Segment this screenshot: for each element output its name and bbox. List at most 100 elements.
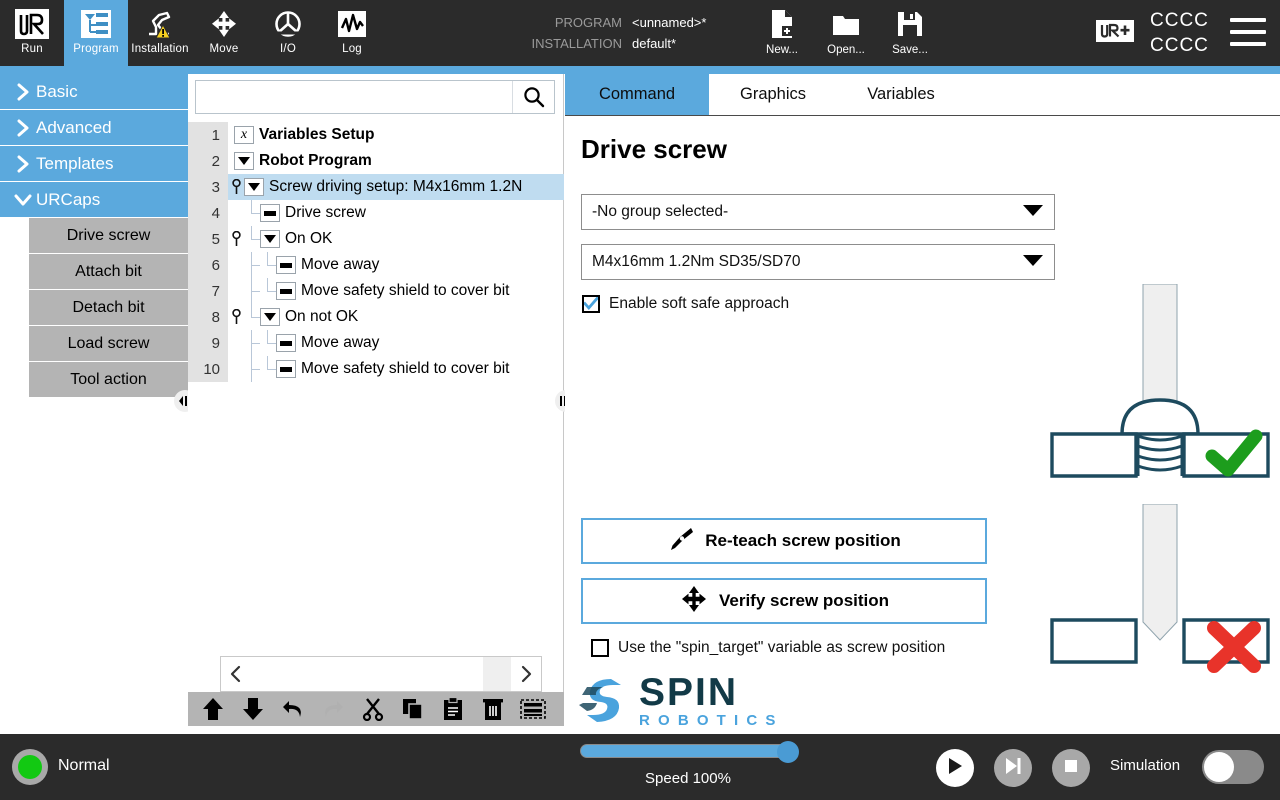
- soft-safe-approach-checkbox-row[interactable]: Enable soft safe approach: [582, 295, 789, 313]
- screw-illustration-ok: [1050, 283, 1270, 489]
- sidebar-item-detach-bit[interactable]: Detach bit: [29, 290, 188, 326]
- tree-row[interactable]: 6 Move away: [188, 252, 564, 278]
- nav-tab-io[interactable]: I/O: [256, 0, 320, 66]
- spin-target-checkbox-row[interactable]: Use the "spin_target" variable as screw …: [591, 639, 945, 657]
- speed-slider[interactable]: [580, 741, 799, 763]
- line-number: 4: [188, 200, 228, 226]
- folder-triangle-icon[interactable]: [260, 230, 280, 248]
- tree-row-label: Move away: [301, 334, 380, 351]
- speed-slider-thumb[interactable]: [777, 741, 799, 763]
- sidebar-category-label: URCaps: [36, 189, 101, 209]
- spin-target-checkbox[interactable]: [591, 639, 609, 657]
- top-header-bar: Run Program Installation Move I/O Log PR…: [0, 0, 1280, 66]
- screw-type-dropdown[interactable]: M4x16mm 1.2Nm SD35/SD70: [581, 244, 1055, 280]
- brand-subtitle: R O B O T I C S: [639, 712, 778, 729]
- simulation-toggle[interactable]: [1202, 750, 1264, 784]
- sidebar-category-basic[interactable]: Basic: [0, 74, 188, 110]
- undo-button[interactable]: [276, 694, 310, 724]
- delete-button[interactable]: [476, 694, 510, 724]
- search-icon[interactable]: [512, 81, 554, 113]
- sidebar-category-advanced[interactable]: Advanced: [0, 110, 188, 146]
- scrollbar-track[interactable]: [483, 657, 511, 691]
- sidebar-item-label: Attach bit: [75, 262, 142, 280]
- move-down-button[interactable]: [236, 694, 270, 724]
- tab-graphics[interactable]: Graphics: [709, 74, 837, 115]
- play-icon: [946, 756, 964, 781]
- save-program-button[interactable]: Save...: [878, 5, 942, 56]
- tree-row[interactable]: 2 Robot Program: [188, 148, 564, 174]
- tree-row[interactable]: 10 Move safety shield to cover bit: [188, 356, 564, 382]
- nav-tab-log[interactable]: Log: [320, 0, 384, 66]
- tree-row[interactable]: 1 x Variables Setup: [188, 122, 564, 148]
- sidebar-item-drive-screw[interactable]: Drive screw: [29, 218, 188, 254]
- nav-tab-move[interactable]: Move: [192, 0, 256, 66]
- program-info: PROGRAM <unnamed>* INSTALLATION default*: [520, 12, 760, 54]
- sidebar-category-urcaps[interactable]: URCaps: [0, 182, 188, 218]
- tree-horizontal-scrollbar[interactable]: [220, 656, 542, 692]
- sidebar-item-label: Load screw: [67, 334, 150, 352]
- copy-button[interactable]: [396, 694, 430, 724]
- soft-safe-approach-checkbox[interactable]: [582, 295, 600, 313]
- step-button[interactable]: [994, 749, 1032, 787]
- command-bar-icon: [276, 256, 296, 274]
- folder-triangle-icon[interactable]: [234, 152, 254, 170]
- scrollbar-thumb[interactable]: [251, 657, 483, 691]
- account-line-1: CCCC: [1150, 10, 1209, 31]
- chevron-right-icon[interactable]: [511, 657, 541, 691]
- search-input[interactable]: [196, 81, 512, 113]
- paste-button[interactable]: [436, 694, 470, 724]
- tree-row[interactable]: 5 On OK: [188, 226, 564, 252]
- breakpoint-pin-icon[interactable]: [228, 179, 244, 195]
- tree-guide: [244, 200, 260, 226]
- chevron-left-icon[interactable]: [221, 657, 251, 691]
- tree-row[interactable]: 8 On not OK: [188, 304, 564, 330]
- tree-guide: [260, 252, 276, 278]
- nav-tab-run[interactable]: Run: [0, 0, 64, 66]
- nav-tab-installation[interactable]: Installation: [128, 0, 192, 66]
- play-button[interactable]: [936, 749, 974, 787]
- tree-row[interactable]: 7 Move safety shield to cover bit: [188, 278, 564, 304]
- ur-plus-icon[interactable]: [1096, 16, 1134, 46]
- tree-row[interactable]: 9 Move away: [188, 330, 564, 356]
- sidebar-item-label: Detach bit: [72, 298, 145, 316]
- sidebar-item-load-screw[interactable]: Load screw: [29, 326, 188, 362]
- screw-group-dropdown[interactable]: -No group selected-: [581, 194, 1055, 230]
- folder-triangle-icon[interactable]: [244, 178, 264, 196]
- breakpoint-pin-icon[interactable]: [228, 231, 244, 247]
- new-program-button[interactable]: New...: [750, 5, 814, 56]
- hamburger-menu-icon[interactable]: [1230, 18, 1266, 46]
- suppress-button[interactable]: [516, 694, 550, 724]
- tab-variables[interactable]: Variables: [837, 74, 965, 115]
- installation-label: INSTALLATION: [531, 36, 622, 51]
- verify-screw-position-button[interactable]: Verify screw position: [581, 578, 987, 624]
- speed-slider-group: Speed 100%: [580, 741, 800, 787]
- program-label: PROGRAM: [554, 15, 622, 30]
- breakpoint-pin-icon[interactable]: [228, 309, 244, 325]
- line-number: 1: [188, 122, 228, 148]
- stop-button[interactable]: [1052, 749, 1090, 787]
- move-up-button[interactable]: [196, 694, 230, 724]
- nav-tab-program[interactable]: Program: [64, 0, 128, 66]
- sidebar-item-tool-action[interactable]: Tool action: [29, 362, 188, 398]
- simulation-label: Simulation: [1110, 757, 1181, 774]
- account-info[interactable]: CCCC CCCC: [1150, 8, 1209, 58]
- tab-label: Command: [598, 85, 676, 103]
- header-accent-strip: [0, 66, 1280, 74]
- tree-row-label: Drive screw: [285, 204, 366, 221]
- sidebar-category-templates[interactable]: Templates: [0, 146, 188, 182]
- cut-button[interactable]: [356, 694, 390, 724]
- tab-command[interactable]: Command: [565, 74, 709, 115]
- tree-row-selected[interactable]: 3 Screw driving setup: M4x16mm 1.2N: [188, 174, 564, 200]
- reteach-screwdriver-icon: [667, 526, 695, 557]
- tree-row-label: Variables Setup: [259, 126, 375, 143]
- ur-logo-icon: [12, 6, 52, 42]
- folder-triangle-icon[interactable]: [260, 308, 280, 326]
- redo-button[interactable]: [316, 694, 350, 724]
- tree-row-label: Robot Program: [259, 152, 372, 169]
- file-action-label: Open...: [827, 44, 865, 56]
- simulation-toggle-knob: [1204, 752, 1234, 782]
- open-program-button[interactable]: Open...: [814, 5, 878, 56]
- sidebar-item-attach-bit[interactable]: Attach bit: [29, 254, 188, 290]
- reteach-screw-position-button[interactable]: Re-teach screw position: [581, 518, 987, 564]
- tree-row[interactable]: 4 Drive screw: [188, 200, 564, 226]
